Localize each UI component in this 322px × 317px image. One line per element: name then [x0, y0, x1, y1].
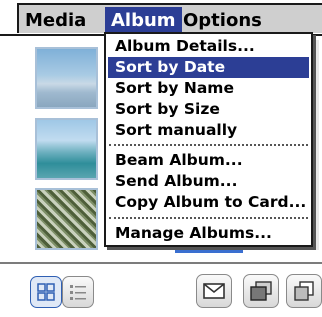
- album-icon: [250, 281, 272, 301]
- menu-item-sort-by-size[interactable]: Sort by Size: [108, 99, 309, 120]
- menu-item-album-details[interactable]: Album Details...: [108, 36, 309, 57]
- send-button[interactable]: [196, 274, 232, 308]
- album-menu-dropdown: Album Details... Sort by Date Sort by Na…: [104, 32, 313, 247]
- menu-item-copy-album-to-card[interactable]: Copy Album to Card...: [108, 192, 309, 213]
- photo-thumbnail[interactable]: [35, 47, 98, 109]
- menu-bar: Media Album Options: [0, 0, 322, 36]
- scrollbar[interactable]: [316, 40, 319, 250]
- menu-separator: [109, 144, 308, 146]
- bottom-toolbar: [0, 264, 322, 317]
- menu-media[interactable]: Media: [19, 7, 92, 35]
- thumbnail-view-icon: [37, 283, 55, 301]
- selection-indicator: [175, 250, 243, 253]
- menu-item-sort-by-date[interactable]: Sort by Date: [108, 57, 309, 78]
- menu-item-sort-manually[interactable]: Sort manually: [108, 120, 309, 141]
- copy-icon: [294, 281, 314, 301]
- photo-thumbnail[interactable]: [35, 118, 98, 180]
- copy-button[interactable]: [286, 274, 322, 308]
- menu-item-sort-by-name[interactable]: Sort by Name: [108, 78, 309, 99]
- list-view-icon: [70, 285, 86, 300]
- menu-bar-strip: Media Album Options: [17, 3, 322, 35]
- thumbnail-view-button[interactable]: [30, 276, 62, 308]
- menu-options[interactable]: Options: [177, 7, 268, 35]
- menu-separator: [109, 217, 308, 219]
- menu-item-send-album[interactable]: Send Album...: [108, 171, 309, 192]
- list-view-button[interactable]: [62, 276, 94, 308]
- photo-thumbnail[interactable]: [35, 188, 98, 250]
- menu-item-beam-album[interactable]: Beam Album...: [108, 150, 309, 171]
- menu-album[interactable]: Album: [105, 7, 182, 35]
- mail-icon: [203, 283, 225, 299]
- album-button[interactable]: [243, 274, 279, 308]
- menu-item-manage-albums[interactable]: Manage Albums...: [108, 223, 309, 244]
